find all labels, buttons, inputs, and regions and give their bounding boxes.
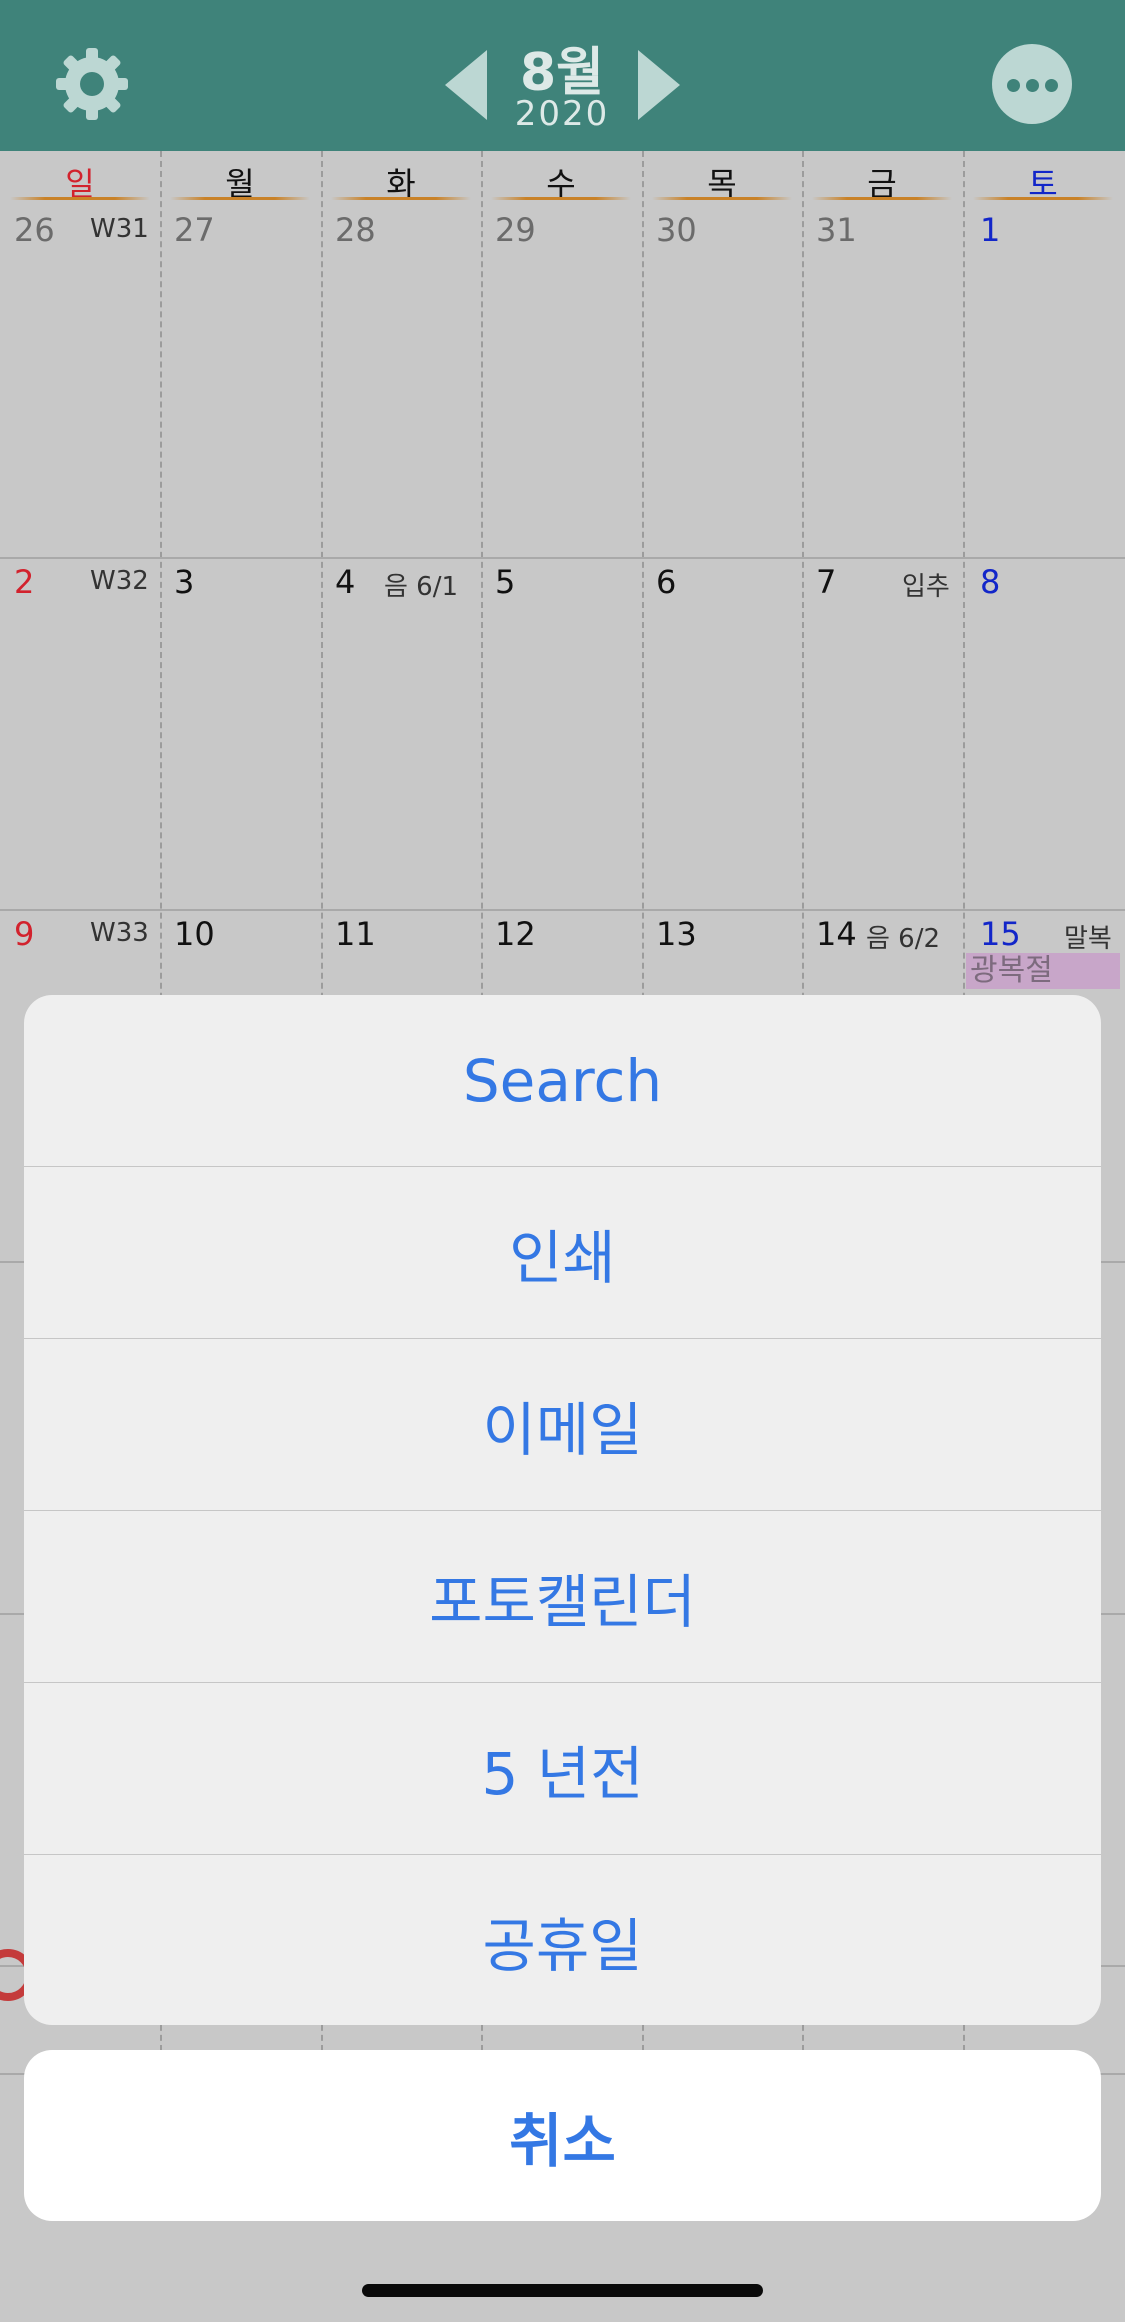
calendar-header: 8월 2020 [0,0,1125,151]
row-divider [0,557,1125,559]
day-cell[interactable]: 9 [14,915,34,953]
weekday-underline [491,197,631,200]
photo-calendar-option[interactable]: 포토캘린더 [24,1511,1101,1682]
week-number: W33 [90,918,149,948]
next-month-icon[interactable] [638,50,680,120]
day-cell[interactable]: 15 [980,915,1021,953]
day-cell[interactable]: 28 [335,211,376,249]
year-label: 2020 [514,94,610,134]
search-option[interactable]: Search [24,995,1101,1166]
lunar-date-note: 음 6/2 [866,924,941,954]
weekday-underline [10,197,150,200]
lunar-date-note: 음 6/1 [384,572,459,602]
weekday-underline [973,197,1113,200]
day-cell[interactable]: 3 [174,563,194,601]
day-cell[interactable]: 6 [656,563,676,601]
day-cell[interactable]: 4 [335,563,355,601]
week-number: W32 [90,566,149,596]
row-divider [0,909,1125,911]
weekday-underline [331,197,471,200]
day-cell[interactable]: 29 [495,211,536,249]
print-option[interactable]: 인쇄 [24,1167,1101,1338]
day-cell[interactable]: 31 [816,211,857,249]
action-sheet: Search 인쇄 이메일 포토캘린더 5 년전 공휴일 [24,995,1101,2025]
day-cell[interactable]: 30 [656,211,697,249]
day-cell[interactable]: 5 [495,563,515,601]
day-cell[interactable]: 1 [980,211,1000,249]
day-cell[interactable]: 7 [816,563,836,601]
weekday-underline [652,197,792,200]
cancel-button[interactable]: 취소 [24,2050,1101,2221]
day-cell[interactable]: 11 [335,915,376,953]
seasonal-note: 말복 [1064,924,1112,954]
day-cell[interactable]: 10 [174,915,215,953]
day-cell[interactable]: 26 [14,211,55,249]
day-cell[interactable]: 14 [816,915,857,953]
weekday-underline [170,197,310,200]
settings-gear-icon[interactable] [52,44,132,124]
email-option[interactable]: 이메일 [24,1339,1101,1510]
day-cell[interactable]: 2 [14,563,34,601]
solar-term-note: 입추 [902,572,950,602]
five-years-ago-option[interactable]: 5 년전 [24,1683,1101,1854]
day-cell[interactable]: 12 [495,915,536,953]
week-number: W31 [90,214,149,244]
weekday-underline [812,197,952,200]
home-indicator[interactable] [362,2284,763,2297]
day-cell[interactable]: 8 [980,563,1000,601]
public-holidays-option[interactable]: 공휴일 [24,1855,1101,2025]
holiday-event[interactable]: 광복절 [966,953,1120,989]
day-cell[interactable]: 27 [174,211,215,249]
more-options-icon[interactable] [992,44,1072,124]
day-cell[interactable]: 13 [656,915,697,953]
